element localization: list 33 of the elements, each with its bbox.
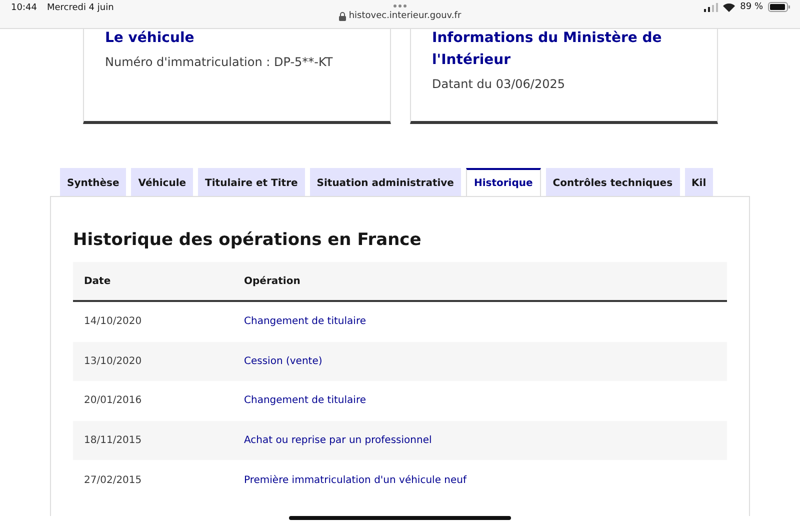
tab[interactable]: Kil <box>684 168 714 196</box>
date-cell-text: 14/10/2020 <box>83 316 143 328</box>
operation-link[interactable]: Cession (vente) <box>244 356 322 367</box>
tab[interactable]: Titulaire et Titre <box>198 168 305 196</box>
date-cell-text: 20/01/2016 <box>83 395 143 406</box>
operation-link[interactable]: Première immatriculation d'un véhicule neuf <box>244 474 466 486</box>
battery-icon <box>768 2 790 12</box>
date-text: Mercredi 4 juin <box>46 3 114 15</box>
card-title[interactable]: Le véhicule <box>105 27 369 49</box>
column-header: Opération <box>244 276 302 286</box>
date-cell-text: 13/10/2020 <box>83 356 143 367</box>
card-text: Datant du 03/06/2025 <box>432 77 566 91</box>
tab[interactable]: Véhicule <box>131 168 194 196</box>
operation-link[interactable]: Achat ou reprise par un professionnel <box>244 435 432 446</box>
card-text: Numéro d'immatriculation : DP-5**-KT <box>105 55 334 69</box>
clock-time: 10:44 <box>11 3 37 15</box>
column-header: Date <box>83 276 112 286</box>
date-cell-text: 27/02/2015 <box>83 474 143 486</box>
section-title: Historique des opérations en France <box>73 230 422 250</box>
operation-link[interactable]: Changement de titulaire <box>244 395 366 406</box>
tab[interactable]: Synthèse <box>60 168 126 196</box>
more-icon[interactable] <box>393 4 407 8</box>
battery-percent: 89 % <box>740 2 763 12</box>
date-cell-text: 18/11/2015 <box>83 435 143 446</box>
card-title[interactable]: Informations du Ministère de l'Intérieur <box>432 27 696 71</box>
tab[interactable]: Historique <box>466 168 541 196</box>
wifi-icon <box>723 2 736 12</box>
signal-icon <box>704 2 718 12</box>
tab[interactable]: Contrôles techniques <box>546 168 680 196</box>
lock-icon <box>338 12 346 20</box>
operation-link[interactable]: Changement de titulaire <box>244 316 366 328</box>
address-bar[interactable]: histovec.interieur.gouv.fr <box>338 11 462 21</box>
tab[interactable]: Situation administrative <box>310 168 461 196</box>
